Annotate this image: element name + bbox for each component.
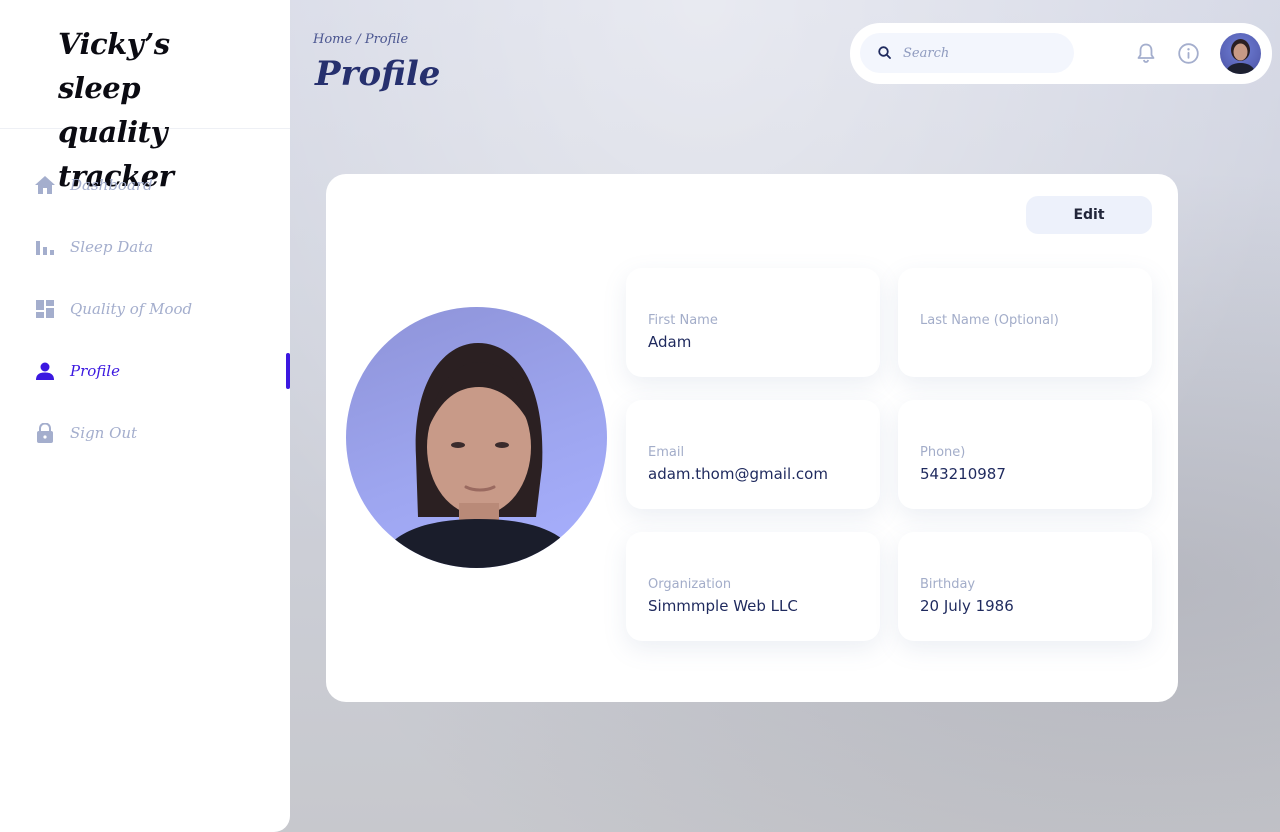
sidebar-nav: Dashboard Sleep Data Quality of Mood Pro… bbox=[0, 154, 290, 464]
field-label: Email bbox=[648, 445, 685, 460]
last-name-field[interactable]: Last Name (Optional) bbox=[898, 268, 1152, 377]
field-value: 20 July 1986 bbox=[920, 597, 1014, 615]
bell-icon[interactable] bbox=[1134, 41, 1158, 65]
brand: Vicky’s sleep quality tracker bbox=[0, 0, 290, 193]
sidebar-item-sleep-data[interactable]: Sleep Data bbox=[0, 216, 290, 278]
first-name-field[interactable]: First Name Adam bbox=[626, 268, 880, 377]
edit-button[interactable]: Edit bbox=[1026, 196, 1152, 234]
sidebar-item-label: Dashboard bbox=[70, 176, 153, 194]
organization-field[interactable]: Organization Simmmple Web LLC bbox=[626, 532, 880, 641]
sidebar-item-label: Sign Out bbox=[70, 424, 138, 442]
user-icon bbox=[34, 360, 56, 382]
field-value: 543210987 bbox=[920, 465, 1006, 483]
lock-icon bbox=[34, 422, 56, 444]
field-label: Last Name (Optional) bbox=[920, 313, 1059, 328]
page-title: Profile bbox=[315, 54, 441, 94]
profile-fields: First Name Adam Last Name (Optional) Ema… bbox=[626, 268, 1152, 641]
sidebar-item-label: Sleep Data bbox=[70, 238, 154, 256]
field-label: First Name bbox=[648, 313, 718, 328]
top-toolbar bbox=[850, 23, 1272, 84]
profile-card: Edit First Name Adam Last Name (Optional… bbox=[326, 174, 1178, 702]
sidebar-item-dashboard[interactable]: Dashboard bbox=[0, 154, 290, 216]
search-icon bbox=[878, 44, 891, 63]
search-input[interactable] bbox=[901, 44, 1065, 62]
bar-chart-icon bbox=[34, 236, 56, 258]
breadcrumb[interactable]: Home / Profile bbox=[313, 32, 408, 47]
sidebar-item-label: Quality of Mood bbox=[70, 300, 193, 318]
profile-photo bbox=[346, 307, 607, 568]
sidebar: Vicky’s sleep quality tracker Dashboard … bbox=[0, 0, 290, 832]
active-indicator bbox=[286, 353, 290, 389]
field-value: adam.thom@gmail.com bbox=[648, 465, 828, 483]
birthday-field[interactable]: Birthday 20 July 1986 bbox=[898, 532, 1152, 641]
email-field[interactable]: Email adam.thom@gmail.com bbox=[626, 400, 880, 509]
home-icon bbox=[34, 174, 56, 196]
field-label: Phone) bbox=[920, 445, 966, 460]
phone-field[interactable]: Phone) 543210987 bbox=[898, 400, 1152, 509]
dashboard-grid-icon bbox=[34, 298, 56, 320]
sidebar-item-quality-of-mood[interactable]: Quality of Mood bbox=[0, 278, 290, 340]
field-value: Adam bbox=[648, 333, 692, 351]
sidebar-item-sign-out[interactable]: Sign Out bbox=[0, 402, 290, 464]
field-label: Birthday bbox=[920, 577, 976, 592]
sidebar-item-label: Profile bbox=[70, 362, 120, 380]
field-label: Organization bbox=[648, 577, 732, 592]
info-icon[interactable] bbox=[1176, 41, 1200, 65]
field-value: Simmmple Web LLC bbox=[648, 597, 798, 615]
search-box[interactable] bbox=[860, 33, 1074, 73]
sidebar-item-profile[interactable]: Profile bbox=[0, 340, 290, 402]
avatar[interactable] bbox=[1220, 33, 1261, 74]
